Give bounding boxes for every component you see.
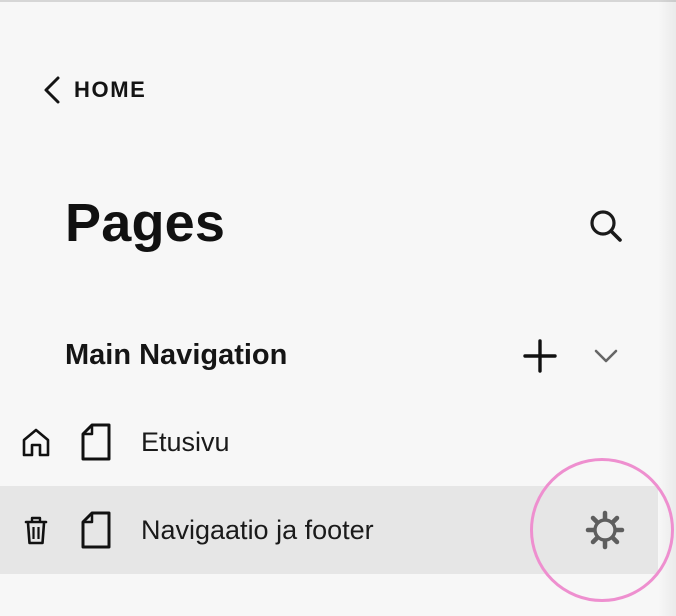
back-home-label: HOME [74, 77, 147, 102]
home-icon [20, 426, 52, 458]
search-button[interactable] [586, 206, 626, 246]
back-home-link[interactable]: HOME [40, 72, 146, 108]
trash-icon[interactable] [20, 514, 52, 546]
page-list-item[interactable]: Etusivu [0, 398, 658, 486]
chevron-left-icon [40, 75, 62, 105]
page-icon [80, 423, 112, 461]
panel-edge-shadow [658, 0, 676, 616]
chevron-down-icon [590, 349, 622, 376]
page-list-item-hovered[interactable]: Navigaatio ja footer [0, 486, 658, 574]
add-page-button[interactable] [520, 336, 560, 376]
search-icon [586, 210, 626, 250]
page-list-item-label: Etusivu [141, 427, 230, 457]
page-icon [80, 511, 112, 549]
top-border [0, 0, 676, 2]
section-title: Main Navigation [65, 339, 288, 371]
gear-icon[interactable] [585, 510, 625, 550]
plus-icon [520, 339, 560, 380]
page-title: Pages [65, 193, 226, 253]
page-list-item-label: Navigaatio ja footer [141, 515, 374, 545]
collapse-section-button[interactable] [590, 340, 622, 372]
